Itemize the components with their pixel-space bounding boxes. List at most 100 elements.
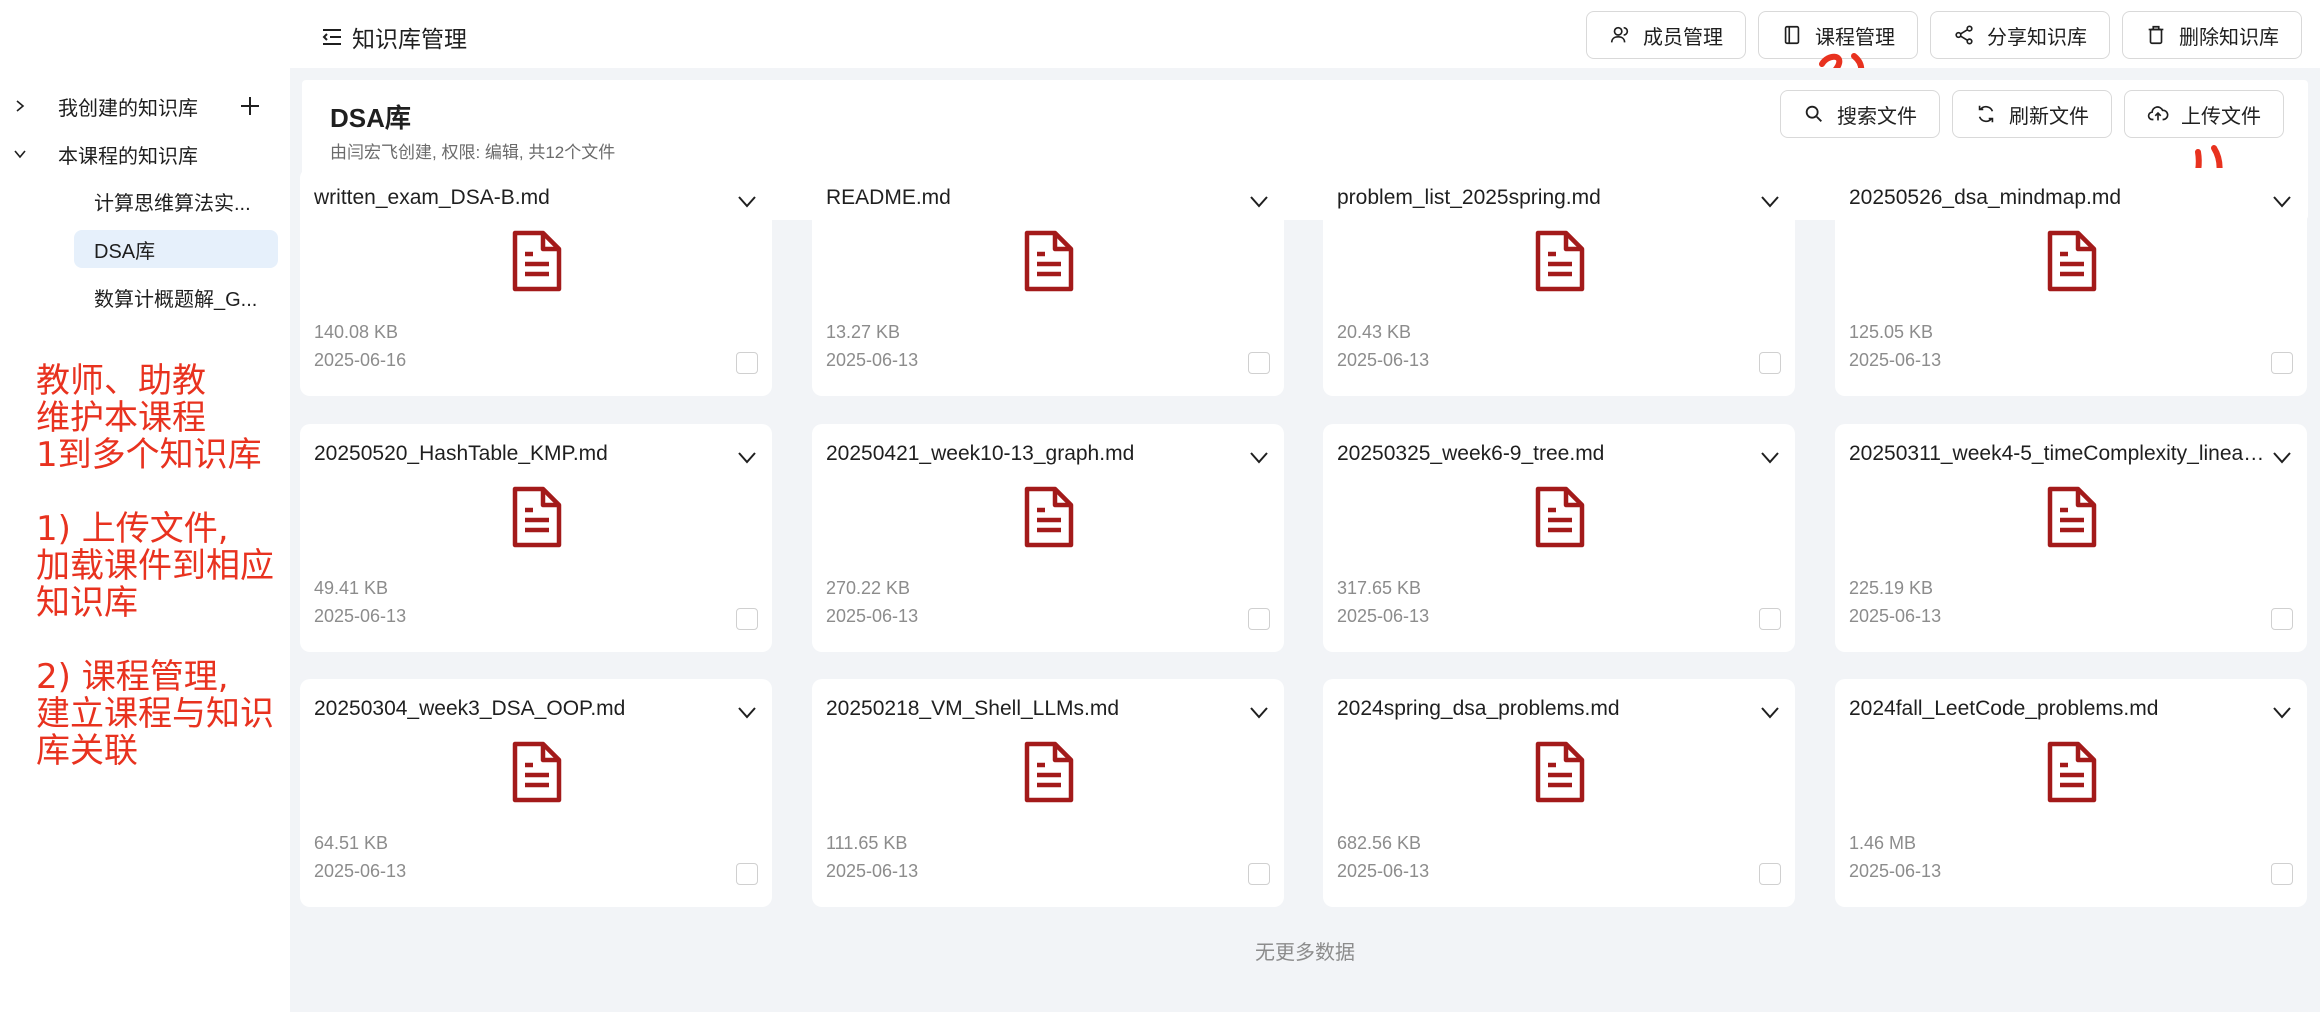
file-select-checkbox[interactable]	[2271, 352, 2293, 374]
file-doc-icon	[2047, 230, 2097, 292]
file-card[interactable]: 2024spring_dsa_problems.md 682.56 KB 202…	[1323, 679, 1795, 907]
file-card[interactable]: 20250520_HashTable_KMP.md 49.41 KB 2025-…	[300, 424, 772, 652]
file-date: 2025-06-13	[826, 350, 919, 370]
file-doc-icon	[512, 486, 562, 548]
file-select-checkbox[interactable]	[736, 863, 758, 885]
file-doc-icon	[1024, 230, 1074, 292]
no-more-data: 无更多数据	[1255, 942, 1355, 964]
file-card[interactable]: README.md 13.27 KB 2025-06-13	[812, 168, 1284, 396]
file-size: 49.41 KB	[314, 578, 389, 598]
file-size: 225.19 KB	[1849, 578, 1934, 598]
chevron-down-icon[interactable]	[1248, 701, 1270, 723]
chevron-down-icon[interactable]	[1248, 190, 1270, 212]
file-select-checkbox[interactable]	[1759, 608, 1781, 630]
upload-icon	[2147, 106, 2169, 121]
chevron-down-icon[interactable]	[736, 190, 758, 212]
file-select-checkbox[interactable]	[1248, 863, 1270, 885]
file-card[interactable]: written_exam_DSA-B.md 140.08 KB 2025-06-…	[300, 168, 772, 396]
upload-files-button[interactable]: 上传文件	[2124, 90, 2284, 138]
file-doc-icon	[1535, 741, 1585, 803]
chevron-down-icon[interactable]	[1759, 701, 1781, 723]
file-doc-icon	[512, 230, 562, 292]
kb-subtitle: 由闫宏飞创建, 权限: 编辑, 共12个文件	[330, 143, 616, 162]
sidebar: 我创建的知识库 本课程的知识库 计算思维算法实... DSA库 数算计概题解_G…	[0, 68, 290, 1012]
file-select-checkbox[interactable]	[1248, 608, 1270, 630]
file-doc-icon	[512, 741, 562, 803]
book-icon	[1784, 25, 1800, 45]
refresh-files-button[interactable]: 刷新文件	[1952, 90, 2112, 138]
file-date: 2025-06-13	[826, 861, 919, 881]
file-name: 20250520_HashTable_KMP.md	[314, 442, 608, 465]
search-files-button[interactable]: 搜索文件	[1780, 90, 1940, 138]
chevron-down-icon[interactable]	[2271, 190, 2293, 212]
file-date: 2025-06-13	[1849, 861, 1942, 881]
file-name: 20250311_week4-5_timeComplexity_linearTa…	[1849, 442, 2269, 465]
file-name: problem_list_2025spring.md	[1337, 186, 1601, 209]
file-doc-icon	[1024, 741, 1074, 803]
sidebar-item-kb-active[interactable]: DSA库	[74, 230, 278, 268]
file-card[interactable]: 20250304_week3_DSA_OOP.md 64.51 KB 2025-…	[300, 679, 772, 907]
file-doc-icon	[1535, 486, 1585, 548]
members-icon	[1610, 26, 1629, 43]
file-card[interactable]: 20250526_dsa_mindmap.md 125.05 KB 2025-0…	[1835, 168, 2307, 396]
file-select-checkbox[interactable]	[2271, 608, 2293, 630]
file-name: 2024fall_LeetCode_problems.md	[1849, 697, 2159, 720]
file-card[interactable]: 20250325_week6-9_tree.md 317.65 KB 2025-…	[1323, 424, 1795, 652]
file-size: 317.65 KB	[1337, 578, 1422, 598]
file-size: 13.27 KB	[826, 322, 901, 342]
file-select-checkbox[interactable]	[736, 352, 758, 374]
file-name: 20250526_dsa_mindmap.md	[1849, 186, 2122, 209]
chevron-down-icon[interactable]	[1248, 446, 1270, 468]
file-doc-icon	[2047, 486, 2097, 548]
file-name: 20250421_week10-13_graph.md	[826, 442, 1135, 465]
file-name: 2024spring_dsa_problems.md	[1337, 697, 1620, 720]
file-name: written_exam_DSA-B.md	[314, 186, 550, 209]
members-button[interactable]: 成员管理	[1586, 11, 1746, 59]
delete-kb-button[interactable]: 删除知识库	[2122, 11, 2302, 59]
file-date: 2025-06-13	[1849, 606, 1942, 626]
chevron-down-icon[interactable]	[2271, 446, 2293, 468]
file-card[interactable]: 20250218_VM_Shell_LLMs.md 111.65 KB 2025…	[812, 679, 1284, 907]
share-kb-button[interactable]: 分享知识库	[1930, 11, 2110, 59]
chevron-down-icon	[14, 150, 26, 159]
file-date: 2025-06-13	[1337, 350, 1430, 370]
file-size: 111.65 KB	[826, 833, 908, 853]
chevron-down-icon[interactable]	[736, 446, 758, 468]
file-doc-icon	[2047, 741, 2097, 803]
file-card[interactable]: 20250421_week10-13_graph.md 270.22 KB 20…	[812, 424, 1284, 652]
file-select-checkbox[interactable]	[1248, 352, 1270, 374]
sidebar-item-kb[interactable]: 数算计概题解_G...	[74, 278, 278, 316]
file-select-checkbox[interactable]	[1759, 863, 1781, 885]
chevron-down-icon[interactable]	[736, 701, 758, 723]
top-bar: 知识库管理 成员管理 课程管理 分享知识库 删除知识库	[290, 0, 2320, 91]
chevron-down-icon[interactable]	[2271, 701, 2293, 723]
search-icon	[1805, 105, 1822, 122]
file-size: 270.22 KB	[826, 578, 911, 598]
file-size: 682.56 KB	[1337, 833, 1422, 853]
tree-group-course-kbs[interactable]: 本课程的知识库	[0, 132, 290, 176]
file-date: 2025-06-13	[826, 606, 919, 626]
file-name: README.md	[826, 186, 951, 209]
refresh-icon	[1978, 105, 1994, 123]
file-date: 2025-06-13	[1849, 350, 1942, 370]
file-select-checkbox[interactable]	[2271, 863, 2293, 885]
file-size: 20.43 KB	[1337, 322, 1412, 342]
file-card[interactable]: 2024fall_LeetCode_problems.md 1.46 MB 20…	[1835, 679, 2307, 907]
file-size: 64.51 KB	[314, 833, 389, 853]
page-title: 知识库管理	[352, 26, 467, 52]
file-select-checkbox[interactable]	[736, 608, 758, 630]
add-kb-icon[interactable]	[238, 94, 262, 118]
sidebar-item-kb[interactable]: 计算思维算法实...	[74, 182, 278, 220]
chevron-down-icon[interactable]	[1759, 446, 1781, 468]
share-icon	[1955, 25, 1973, 45]
file-select-checkbox[interactable]	[1759, 352, 1781, 374]
file-card[interactable]: 20250311_week4-5_timeComplexity_linearTa…	[1835, 424, 2307, 652]
tree-group-my-kbs[interactable]: 我创建的知识库	[0, 84, 290, 128]
handwritten-annotation: 教师、助教 维护本课程 1到多个知识库 1) 上传文件, 加载课件到相应 知识库…	[36, 361, 274, 771]
file-card[interactable]: problem_list_2025spring.md 20.43 KB 2025…	[1323, 168, 1795, 396]
file-doc-icon	[1535, 230, 1585, 292]
trash-icon	[2148, 25, 2164, 45]
file-name: 20250218_VM_Shell_LLMs.md	[826, 697, 1120, 720]
chevron-down-icon[interactable]	[1759, 190, 1781, 212]
menu-toggle[interactable]: 知识库管理	[320, 20, 467, 54]
